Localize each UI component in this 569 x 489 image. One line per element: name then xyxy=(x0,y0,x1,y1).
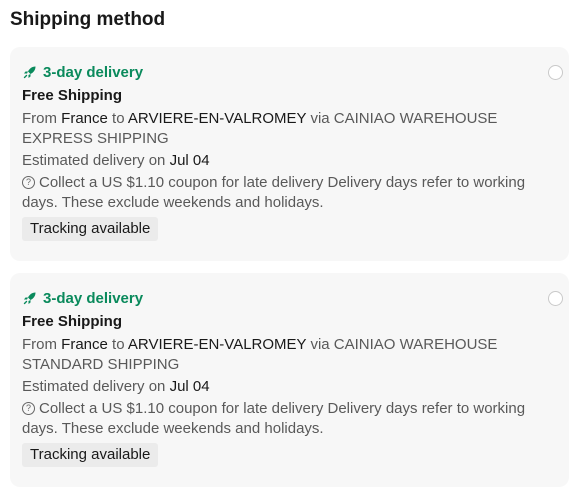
estimated-delivery: Estimated delivery on Jul 04 xyxy=(22,151,557,171)
estimate-label: Estimated delivery on xyxy=(22,378,166,395)
help-circle-icon[interactable]: ? xyxy=(22,402,35,415)
shipping-option-radio-2[interactable] xyxy=(548,291,563,306)
coupon-text: Collect a US $1.10 coupon for late deliv… xyxy=(22,400,526,437)
route-prefix: From xyxy=(22,336,57,353)
estimate-date: Jul 04 xyxy=(169,152,210,169)
coupon-notice: ? Collect a US $1.10 coupon for late deli… xyxy=(22,173,527,213)
route-to: to xyxy=(112,336,125,353)
route-origin: France xyxy=(61,110,108,127)
delivery-badge-text: 3-day delivery xyxy=(43,63,144,81)
tracking-tag: Tracking available xyxy=(22,217,159,241)
shipping-title: Free Shipping xyxy=(22,313,123,330)
tracking-tag: Tracking available xyxy=(22,443,159,467)
delivery-badge: 3-day delivery xyxy=(22,287,557,309)
shipping-route: From France to ARVIERE-EN-VALROMEY via C… xyxy=(22,109,527,149)
coupon-text: Collect a US $1.10 coupon for late deliv… xyxy=(22,174,526,211)
delivery-badge: 3-day delivery xyxy=(22,61,557,83)
shipping-method-page: Shipping method 3-day delivery Free Ship… xyxy=(0,0,569,489)
delivery-badge-text: 3-day delivery xyxy=(43,289,144,307)
route-to: to xyxy=(112,110,125,127)
shipping-option-card-1[interactable]: 3-day delivery Free Shipping From France… xyxy=(10,47,569,261)
route-origin: France xyxy=(61,336,108,353)
shipping-route: From France to ARVIERE-EN-VALROMEY via C… xyxy=(22,335,527,375)
page-title: Shipping method xyxy=(10,9,166,30)
route-destination: ARVIERE-EN-VALROMEY xyxy=(127,336,307,353)
route-destination: ARVIERE-EN-VALROMEY xyxy=(127,110,307,127)
help-circle-icon[interactable]: ? xyxy=(22,176,35,189)
route-prefix: From xyxy=(22,110,57,127)
estimated-delivery: Estimated delivery on Jul 04 xyxy=(22,377,557,397)
rocket-icon xyxy=(23,292,36,305)
estimate-date: Jul 04 xyxy=(169,378,210,395)
coupon-notice: ? Collect a US $1.10 coupon for late deli… xyxy=(22,399,527,439)
shipping-option-radio-1[interactable] xyxy=(548,65,563,80)
shipping-option-card-2[interactable]: 3-day delivery Free Shipping From France… xyxy=(10,273,569,487)
rocket-icon xyxy=(23,66,36,79)
estimate-label: Estimated delivery on xyxy=(22,152,166,169)
shipping-title: Free Shipping xyxy=(22,87,123,104)
